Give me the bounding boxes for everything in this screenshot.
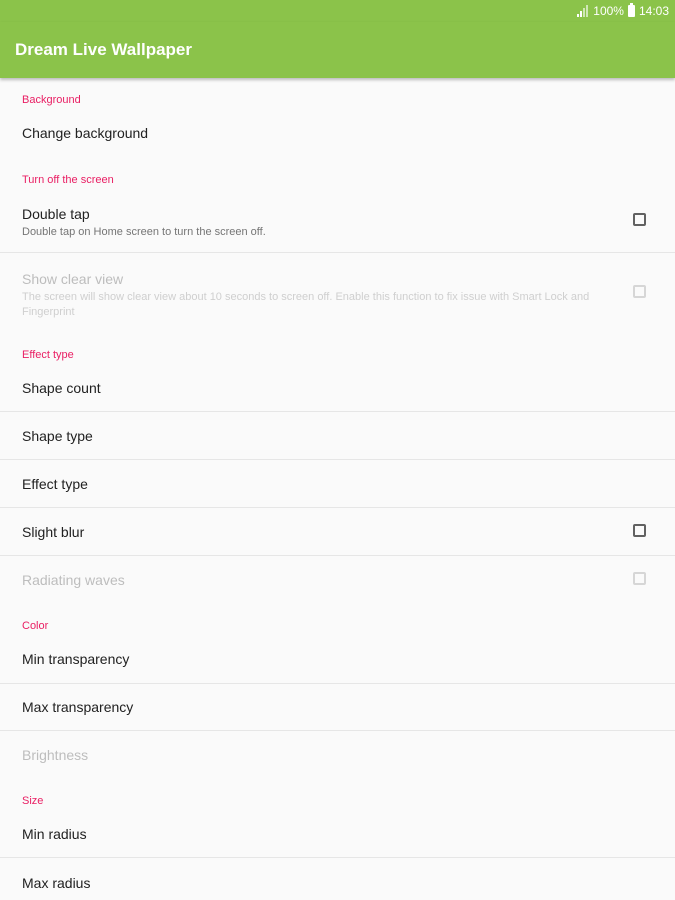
pref-min-radius[interactable]: Min radius — [0, 809, 675, 857]
pref-radiating-waves-title: Radiating waves — [22, 572, 125, 588]
battery-percent: 100% — [593, 4, 624, 18]
battery-icon — [627, 3, 635, 17]
pref-slight-blur[interactable]: Slight blur — [0, 508, 675, 555]
pref-brightness[interactable]: Brightness — [0, 731, 675, 778]
category-background: Background — [22, 94, 81, 106]
category-effect-type: Effect type — [22, 349, 74, 361]
pref-double-tap[interactable]: Double tap Double tap on Home screen to … — [0, 188, 675, 252]
pref-shape-count-title: Shape count — [22, 380, 101, 396]
pref-change-background-title: Change background — [22, 125, 149, 141]
pref-show-clear-view-title: Show clear view — [22, 271, 124, 287]
double-tap-checkbox[interactable] — [633, 213, 646, 226]
pref-double-tap-summary: Double tap on Home screen to turn the sc… — [22, 226, 266, 238]
pref-shape-count[interactable]: Shape count — [0, 363, 675, 411]
pref-shape-type-title: Shape type — [22, 428, 93, 444]
pref-effect-type[interactable]: Effect type — [0, 460, 675, 507]
pref-effect-type-title: Effect type — [22, 476, 88, 492]
pref-show-clear-view[interactable]: Show clear view The screen will show cle… — [0, 253, 675, 339]
pref-shape-type[interactable]: Shape type — [0, 412, 675, 459]
pref-show-clear-view-summary: The screen will show clear view about 10… — [22, 291, 590, 318]
slight-blur-checkbox[interactable] — [633, 524, 646, 537]
pref-max-radius-title: Max radius — [22, 875, 91, 891]
radiating-waves-checkbox[interactable] — [633, 572, 646, 585]
pref-min-transparency[interactable]: Min transparency — [0, 634, 675, 683]
pref-change-background[interactable]: Change background — [0, 108, 675, 158]
show-clear-view-checkbox[interactable] — [633, 285, 646, 298]
pref-max-transparency-title: Max transparency — [22, 699, 134, 715]
pref-radiating-waves[interactable]: Radiating waves — [0, 556, 675, 604]
pref-max-transparency[interactable]: Max transparency — [0, 684, 675, 730]
app-bar: Dream Live Wallpaper — [0, 22, 675, 78]
app-title: Dream Live Wallpaper — [15, 40, 192, 59]
pref-max-radius[interactable]: Max radius — [0, 858, 675, 900]
signal-icon — [577, 5, 589, 17]
status-indicators: 100% 14:03 — [577, 3, 669, 18]
pref-min-transparency-title: Min transparency — [22, 651, 130, 667]
pref-min-radius-title: Min radius — [22, 826, 87, 842]
pref-slight-blur-title: Slight blur — [22, 524, 85, 540]
category-turn-off-screen: Turn off the screen — [22, 174, 114, 186]
pref-brightness-title: Brightness — [22, 747, 89, 763]
pref-double-tap-title: Double tap — [22, 206, 90, 222]
category-size: Size — [22, 795, 44, 807]
status-bar: 100% 14:03 — [0, 0, 675, 22]
category-color: Color — [22, 620, 49, 632]
clock: 14:03 — [638, 4, 669, 18]
